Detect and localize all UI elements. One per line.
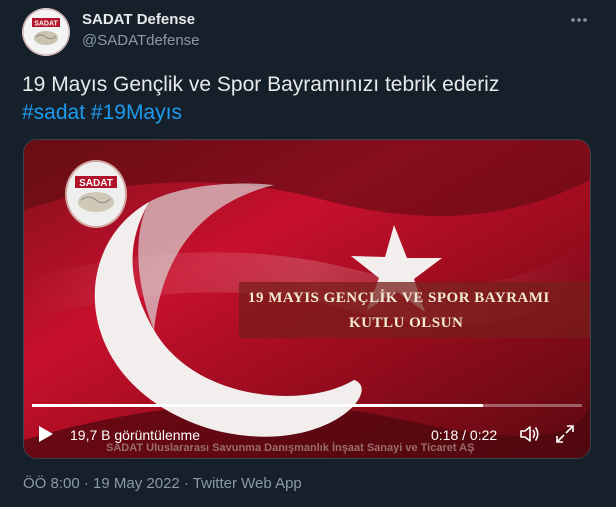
tweet-timestamp[interactable]: ÖÖ 8:00 · 19 May 2022 · Twitter Web App bbox=[23, 475, 302, 492]
video-watermark: SADAT Uluslararası Savunma Danışmanlık İ… bbox=[106, 442, 475, 454]
video-logo: SADAT bbox=[65, 160, 127, 228]
sadat-logo-icon: SADAT bbox=[22, 8, 70, 56]
tweet-body: 19 Mayıs Gençlik ve Spor Bayramınızı teb… bbox=[22, 73, 500, 96]
hashtag-link[interactable]: #sadat bbox=[22, 101, 85, 124]
more-dots-icon[interactable] bbox=[568, 10, 590, 30]
account-handle[interactable]: @SADATdefense bbox=[82, 32, 200, 49]
svg-text:SADAT: SADAT bbox=[34, 21, 58, 28]
account-name[interactable]: SADAT Defense bbox=[82, 11, 195, 28]
video-player[interactable]: SADAT 19 MAYIS GENÇLİK VE SPOR BAYRAMI K… bbox=[23, 139, 591, 459]
hashtag-link[interactable]: #19Mayıs bbox=[91, 101, 182, 124]
volume-icon[interactable] bbox=[519, 424, 541, 444]
progress-fill bbox=[32, 404, 483, 407]
progress-bar[interactable] bbox=[32, 404, 582, 407]
tweet: SADAT SADAT Defense @SADATdefense 19 May… bbox=[0, 0, 616, 507]
video-time: 0:18 / 0:22 bbox=[431, 427, 498, 443]
tweet-text: 19 Mayıs Gençlik ve Spor Bayramınızı teb… bbox=[22, 71, 602, 127]
hashtags: #sadat #19Mayıs bbox=[22, 99, 602, 127]
caption-line-1: 19 MAYIS GENÇLİK VE SPOR BAYRAMI bbox=[248, 290, 550, 306]
play-icon[interactable] bbox=[38, 425, 54, 443]
view-count: 19,7 B görüntülenme bbox=[70, 427, 200, 443]
video-logo-text: SADAT bbox=[79, 178, 113, 189]
fullscreen-icon[interactable] bbox=[554, 424, 576, 444]
caption-line-2: KUTLU OLSUN bbox=[349, 315, 464, 331]
avatar[interactable]: SADAT bbox=[22, 8, 70, 56]
